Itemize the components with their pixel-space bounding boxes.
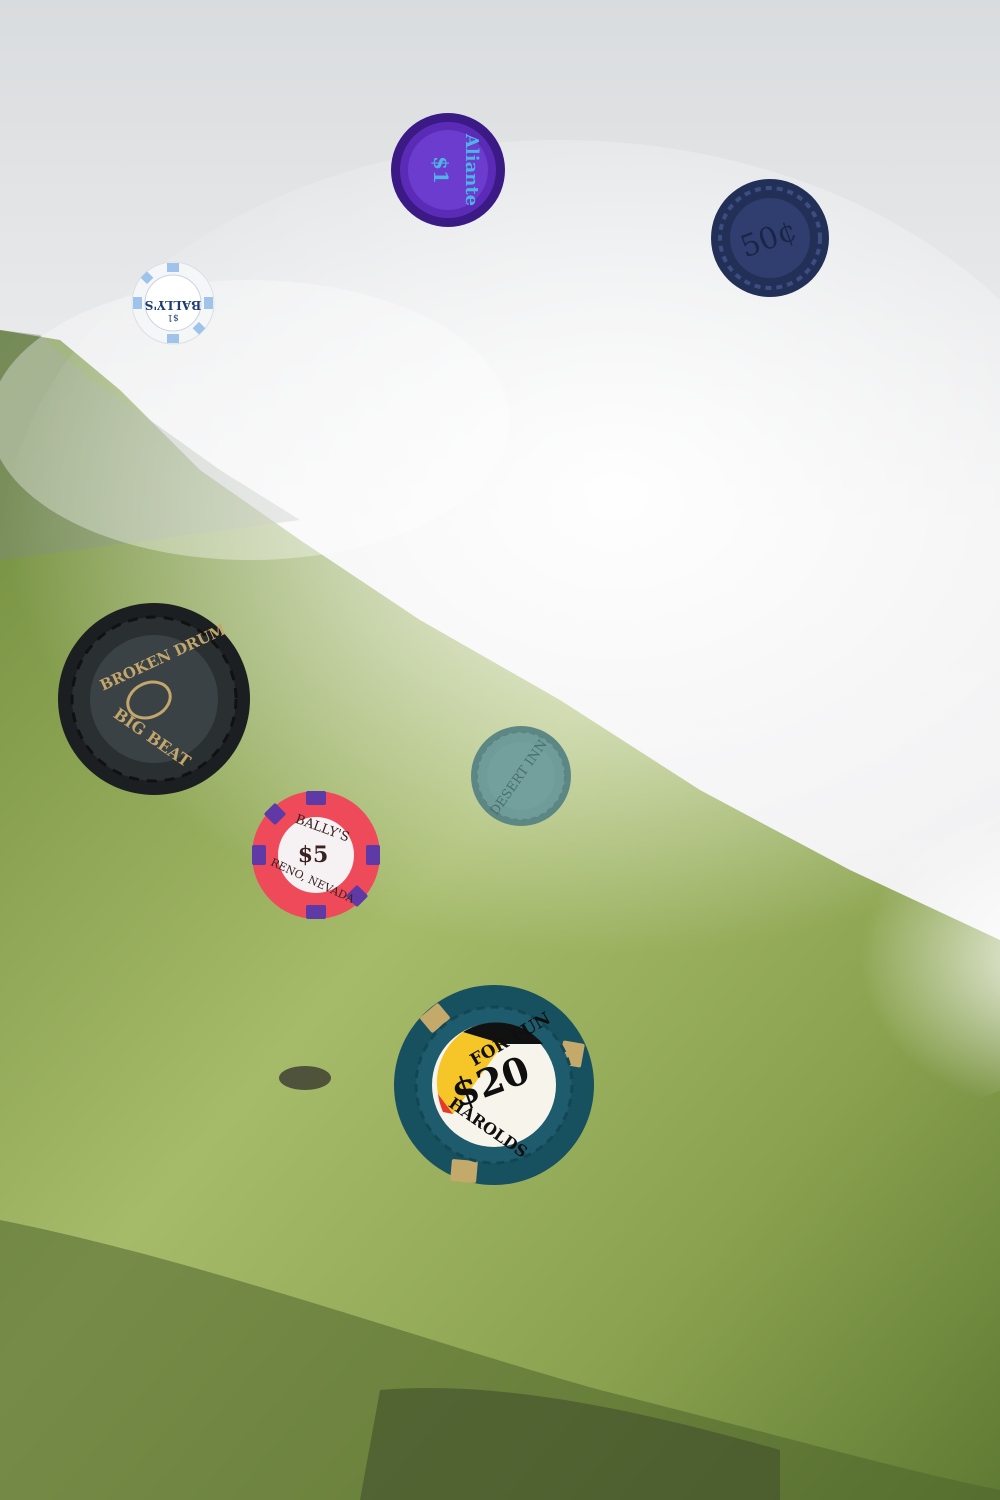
- chip-value-aliante: $1: [429, 156, 453, 184]
- harolds-chip: FOR FUN $20 HAROLDS: [393, 984, 595, 1186]
- chip-text-ballys-one: BALLY'S: [145, 298, 201, 312]
- chip-text-aliante: Aliante: [461, 133, 482, 206]
- fifty-cent-chip: 50¢: [710, 178, 830, 298]
- chip-value-ballys-one: $1: [167, 312, 178, 322]
- desert-inn-chip: DESERT INN: [470, 725, 572, 827]
- ballys-reno-chip: BALLY'S $5 RENO, NEVADA: [251, 790, 381, 920]
- rock: [279, 1066, 331, 1090]
- broken-drum-chip: BROKEN DRUM BIG BEAT: [57, 602, 251, 796]
- aliante-chip: Aliante $1: [390, 112, 506, 228]
- chip-value-ballys-reno: $5: [298, 842, 329, 868]
- ballys-one-dollar-chip: BALLY'S $1: [131, 261, 215, 345]
